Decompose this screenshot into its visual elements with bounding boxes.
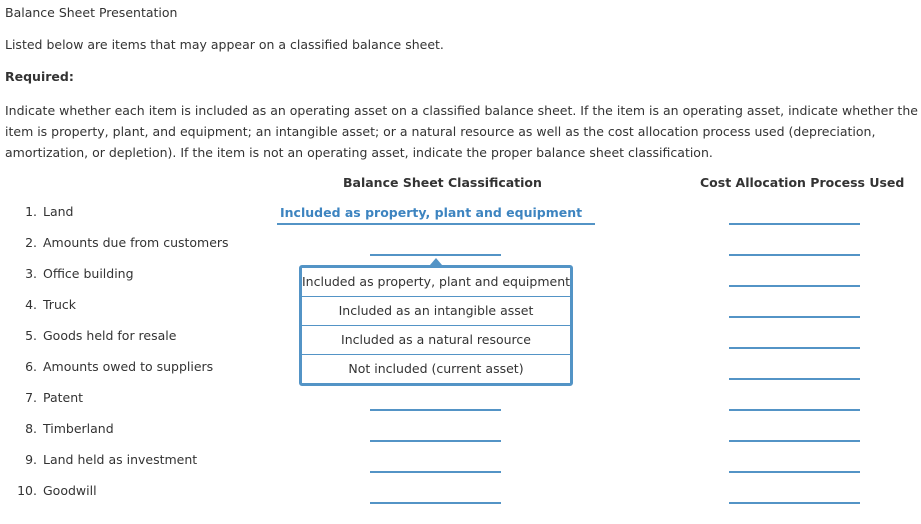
header-cost-allocation-process: Cost Allocation Process Used [700, 175, 905, 190]
item-number: 5. [25, 328, 37, 343]
item-label: Land [43, 204, 74, 219]
item-number: 2. [25, 235, 37, 250]
item-number: 3. [25, 266, 37, 281]
item-label: Timberland [43, 421, 114, 436]
cost-allocation-select[interactable] [729, 236, 860, 256]
header-balance-sheet-classification: Balance Sheet Classification [343, 175, 542, 190]
cost-allocation-select[interactable] [729, 298, 860, 318]
dropdown-option-intangible[interactable]: Included as an intangible asset [302, 297, 570, 326]
required-label: Required: [5, 69, 74, 84]
classification-select[interactable] [370, 453, 501, 473]
cost-allocation-select[interactable] [729, 453, 860, 473]
item-number: 6. [25, 359, 37, 374]
item-label: Amounts owed to suppliers [43, 359, 214, 374]
cost-allocation-select[interactable] [729, 205, 860, 225]
item-label: Goods held for resale [43, 328, 177, 343]
dropdown-caret [430, 258, 442, 265]
item-number: 7. [25, 390, 37, 405]
item-number: 10. [17, 483, 37, 498]
item-number: 8. [25, 421, 37, 436]
item-label: Office building [43, 266, 134, 281]
classification-select[interactable] [370, 236, 501, 256]
classification-select[interactable] [370, 484, 501, 504]
classification-dropdown-menu: Included as property, plant and equipmen… [299, 265, 573, 386]
page-title: Balance Sheet Presentation [5, 5, 178, 20]
item-number: 9. [25, 452, 37, 467]
cost-allocation-select[interactable] [729, 391, 860, 411]
cost-allocation-select[interactable] [729, 360, 860, 380]
intro-text: Listed below are items that may appear o… [5, 37, 444, 52]
classification-select[interactable] [370, 391, 501, 411]
classification-selected-value: Included as property, plant and equipmen… [280, 205, 583, 220]
item-label: Goodwill [43, 483, 97, 498]
dropdown-option-not-included[interactable]: Not included (current asset) [302, 355, 570, 383]
dropdown-option-ppe[interactable]: Included as property, plant and equipmen… [302, 268, 570, 297]
item-label: Patent [43, 390, 84, 405]
item-number: 1. [25, 204, 37, 219]
cost-allocation-select[interactable] [729, 267, 860, 287]
dropdown-option-natural-resource[interactable]: Included as a natural resource [302, 326, 570, 355]
item-label: Amounts due from customers [43, 235, 229, 250]
instructions-text: Indicate whether each item is included a… [5, 103, 918, 160]
classification-select[interactable] [370, 422, 501, 442]
item-label: Land held as investment [43, 452, 198, 467]
item-number: 4. [25, 297, 37, 312]
classification-select[interactable]: Included as property, plant and equipmen… [277, 205, 595, 225]
cost-allocation-select[interactable] [729, 329, 860, 349]
cost-allocation-select[interactable] [729, 484, 860, 504]
item-label: Truck [43, 297, 76, 312]
cost-allocation-select[interactable] [729, 422, 860, 442]
